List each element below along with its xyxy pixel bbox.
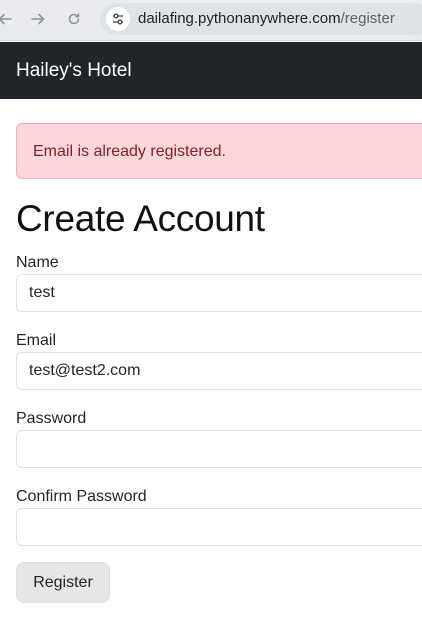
email-field[interactable] [16, 352, 422, 390]
site-navbar: Hailey's Hotel [0, 42, 422, 99]
reload-icon[interactable] [63, 8, 85, 30]
url-host: dailafing.pythonanywhere.com [138, 10, 341, 27]
name-field[interactable] [16, 274, 422, 312]
name-label: Name [16, 254, 59, 271]
address-bar[interactable]: dailafing.pythonanywhere.com/register [100, 3, 422, 35]
page-title: Create Account [16, 198, 265, 239]
confirm-password-field[interactable] [16, 508, 422, 546]
confirm-password-label: Confirm Password [16, 488, 147, 505]
back-arrow-icon[interactable] [0, 8, 16, 30]
url-text: dailafing.pythonanywhere.com/register [138, 10, 395, 27]
error-alert: Email is already registered. [16, 123, 422, 179]
email-label: Email [16, 332, 57, 349]
forward-arrow-icon[interactable] [27, 8, 49, 30]
password-label: Password [16, 410, 87, 427]
browser-toolbar: dailafing.pythonanywhere.com/register [0, 0, 422, 41]
site-settings-icon[interactable] [106, 7, 130, 31]
navbar-brand[interactable]: Hailey's Hotel [16, 60, 132, 82]
alert-message: Email is already registered. [33, 143, 226, 160]
register-button[interactable]: Register [16, 562, 110, 603]
url-path: /register [340, 10, 395, 27]
password-field[interactable] [16, 430, 422, 468]
